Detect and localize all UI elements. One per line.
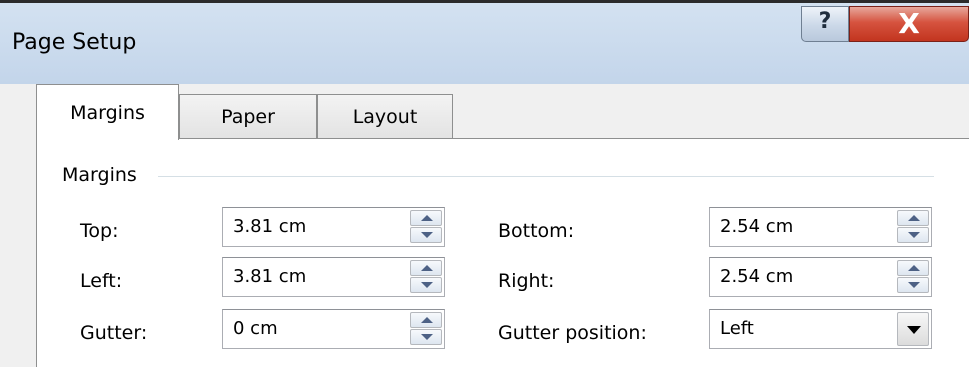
gutter-increase-button[interactable]: [410, 312, 442, 328]
left-margin-spinner[interactable]: 3.81 cm: [222, 257, 445, 297]
dropdown-button[interactable]: [897, 312, 929, 346]
tab-paper[interactable]: Paper: [179, 94, 317, 138]
chevron-down-icon: [421, 282, 433, 288]
right-label: Right:: [498, 270, 555, 292]
top-margin-spinner[interactable]: 3.81 cm: [222, 207, 445, 247]
tab-margins[interactable]: Margins: [36, 84, 179, 140]
chevron-up-icon: [421, 215, 433, 221]
chevron-up-icon: [421, 317, 433, 323]
bottom-label: Bottom:: [498, 220, 575, 242]
top-decrease-button[interactable]: [410, 227, 442, 243]
margins-group-label: Margins: [62, 164, 137, 186]
bottom-margin-value[interactable]: 2.54 cm: [720, 216, 793, 237]
gutter-value[interactable]: 0 cm: [233, 318, 278, 339]
chevron-up-icon: [908, 215, 920, 221]
left-margin-value[interactable]: 3.81 cm: [233, 266, 306, 287]
gutter-spinner[interactable]: 0 cm: [222, 309, 445, 349]
chevron-down-icon: [421, 232, 433, 238]
right-decrease-button[interactable]: [897, 277, 929, 293]
gutter-decrease-button[interactable]: [410, 329, 442, 345]
left-decrease-button[interactable]: [410, 277, 442, 293]
close-icon: X: [898, 7, 920, 40]
left-increase-button[interactable]: [410, 260, 442, 276]
top-label: Top:: [80, 220, 119, 242]
gutter-position-dropdown[interactable]: Left: [709, 309, 932, 349]
gutter-position-label: Gutter position:: [498, 322, 647, 344]
gutter-label: Gutter:: [80, 322, 148, 344]
window-top-edge: [0, 0, 969, 3]
bottom-increase-button[interactable]: [897, 210, 929, 226]
gutter-position-value[interactable]: Left: [720, 318, 754, 339]
bottom-margin-spinner[interactable]: 2.54 cm: [709, 207, 932, 247]
chevron-up-icon: [421, 265, 433, 271]
top-increase-button[interactable]: [410, 210, 442, 226]
chevron-down-icon: [908, 232, 920, 238]
tab-layout[interactable]: Layout: [317, 94, 453, 138]
right-margin-value[interactable]: 2.54 cm: [720, 266, 793, 287]
chevron-up-icon: [908, 265, 920, 271]
help-button[interactable]: ?: [801, 6, 849, 42]
group-divider: [158, 176, 934, 177]
window-title: Page Setup: [12, 30, 137, 55]
top-margin-value[interactable]: 3.81 cm: [233, 216, 306, 237]
left-label: Left:: [80, 270, 123, 292]
close-button[interactable]: X: [849, 6, 969, 42]
help-icon: ?: [818, 9, 832, 34]
chevron-down-icon: [421, 334, 433, 340]
chevron-down-icon: [908, 282, 920, 288]
right-increase-button[interactable]: [897, 260, 929, 276]
bottom-decrease-button[interactable]: [897, 227, 929, 243]
right-margin-spinner[interactable]: 2.54 cm: [709, 257, 932, 297]
dropdown-arrow-icon: [907, 326, 921, 334]
